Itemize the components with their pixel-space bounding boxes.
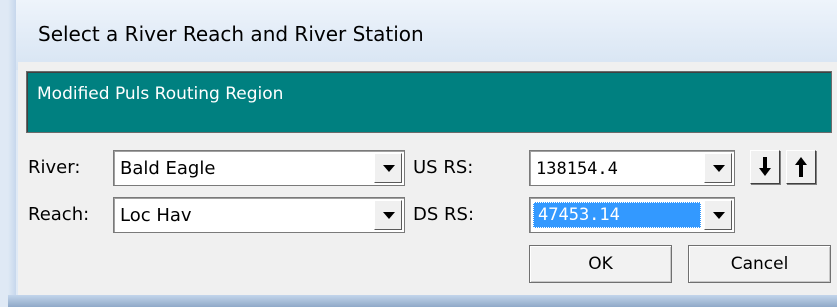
ds-rs-value: 47453.14	[538, 205, 620, 225]
window-frame-left	[8, 0, 16, 307]
chevron-down-icon	[713, 212, 725, 219]
region-banner: Modified Puls Routing Region	[26, 71, 832, 133]
river-dropdown-button[interactable]	[374, 153, 402, 183]
ds-rs-dropdown-button[interactable]	[704, 200, 732, 230]
chevron-down-icon	[383, 165, 395, 172]
us-rs-value: 138154.4	[536, 159, 618, 179]
reach-label: Reach:	[28, 204, 90, 225]
reach-select[interactable]: Loc Hav	[113, 197, 405, 233]
river-value: Bald Eagle	[120, 158, 216, 179]
ds-rs-select[interactable]: 47453.14	[529, 197, 735, 233]
dialog-window: Select a River Reach and River Station M…	[0, 0, 837, 307]
river-select[interactable]: Bald Eagle	[113, 150, 405, 186]
chevron-down-icon	[383, 212, 395, 219]
title-bar[interactable]: Select a River Reach and River Station	[8, 0, 837, 70]
move-down-button[interactable]	[750, 150, 780, 184]
window-frame-bottom	[8, 295, 837, 307]
ds-rs-selection: 47453.14	[533, 202, 701, 228]
river-label: River:	[28, 157, 81, 178]
region-label: Modified Puls Routing Region	[37, 84, 284, 104]
ok-button[interactable]: OK	[529, 245, 672, 283]
reach-value: Loc Hav	[120, 205, 192, 226]
move-up-button[interactable]	[786, 150, 816, 184]
chevron-down-icon	[713, 165, 725, 172]
us-rs-dropdown-button[interactable]	[704, 153, 732, 183]
reach-dropdown-button[interactable]	[374, 200, 402, 230]
us-rs-select[interactable]: 138154.4	[529, 150, 735, 186]
window-title: Select a River Reach and River Station	[38, 22, 424, 46]
arrow-down-icon	[759, 157, 771, 176]
ds-rs-label: DS RS:	[413, 204, 475, 225]
us-rs-label: US RS:	[413, 157, 474, 178]
cancel-button[interactable]: Cancel	[688, 245, 831, 283]
arrow-up-icon	[795, 157, 807, 177]
